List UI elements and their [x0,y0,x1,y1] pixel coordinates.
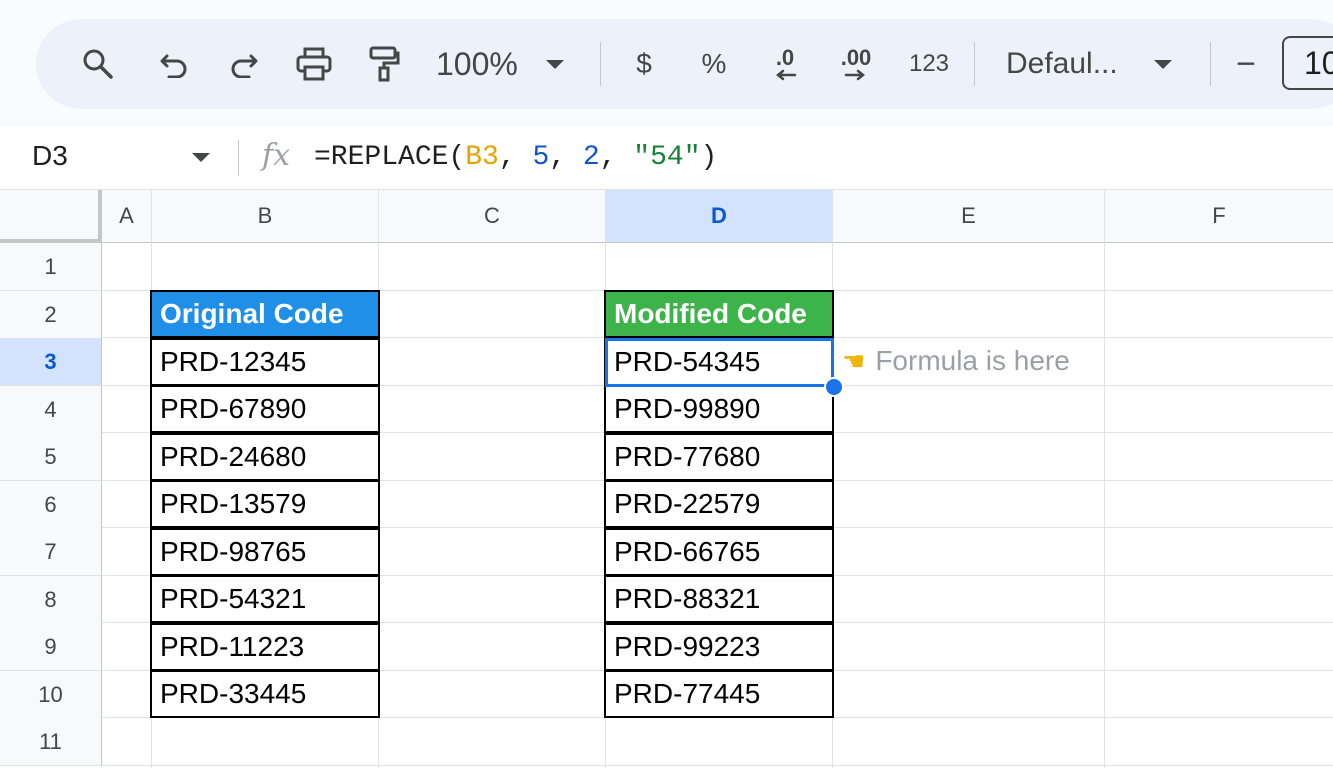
fill-handle[interactable] [824,377,844,397]
column-header-d[interactable]: D [606,190,833,243]
search-button[interactable] [76,19,120,109]
original-code-cell[interactable]: PRD-13579 [150,480,380,528]
formula-input[interactable]: =REPLACE(B3, 5, 2, "54") [314,142,717,173]
toolbar-divider [974,42,975,86]
chevron-down-icon [545,59,564,69]
toolbar-divider [1210,42,1211,86]
original-code-cell[interactable]: PRD-33445 [150,670,380,718]
chevron-down-icon [1153,59,1172,69]
modified-code-cell[interactable]: PRD-99223 [604,623,834,671]
row-header-2[interactable]: 2 [0,291,102,339]
modified-code-header[interactable]: Modified Code [604,290,834,338]
original-code-cell[interactable]: PRD-67890 [150,385,380,433]
font-family-value: Defaul... [1006,47,1118,80]
modified-code-cell[interactable]: PRD-88321 [604,575,834,623]
original-code-cell[interactable]: PRD-12345 [150,338,380,386]
modified-code-cell[interactable]: PRD-54345 [604,338,834,386]
original-code-header[interactable]: Original Code [150,290,380,338]
percent-format-button[interactable]: % [694,19,734,109]
paint-format-icon [369,46,400,82]
print-icon [296,47,332,81]
increase-decimal-label: .00 [840,45,872,70]
undo-icon [160,54,187,78]
font-size-input[interactable]: 10 [1282,36,1333,90]
row-header-10[interactable]: 10 [0,671,102,719]
formula-reference: B3 [465,142,499,173]
formula-function: =REPLACE( [314,142,466,173]
more-formats-button[interactable]: 123 [904,19,954,109]
increase-decimal-button[interactable]: .00 [832,19,880,109]
original-code-cell[interactable]: PRD-24680 [150,433,380,481]
modified-code-cell[interactable]: PRD-77680 [604,433,834,481]
undo-button[interactable] [152,19,196,109]
currency-format-button[interactable]: $ [626,19,662,109]
formula-note-text: Formula is here [875,345,1070,376]
toolbar-divider [600,42,601,86]
row-header-9[interactable]: 9 [0,623,102,671]
formula-bar-divider [238,140,239,176]
formula-separator: , [599,142,634,173]
decrease-decimal-label: .0 [775,45,795,70]
search-icon [83,49,113,79]
row-header-7[interactable]: 7 [0,528,102,576]
modified-code-cell[interactable]: PRD-99890 [604,385,834,433]
column-header-b[interactable]: B [152,190,379,243]
formula-note: ☚ Formula is here [842,345,1070,377]
row-header-6[interactable]: 6 [0,481,102,529]
row-header-8[interactable]: 8 [0,576,102,624]
column-header-a[interactable]: A [102,190,152,243]
pointing-hand-icon: ☚ [842,346,866,376]
column-header-c[interactable]: C [379,190,606,243]
modified-code-cell[interactable]: PRD-22579 [604,480,834,528]
arrow-left-icon [775,69,797,81]
print-button[interactable] [292,19,336,109]
formula-separator: , [549,142,583,173]
redo-button[interactable] [222,19,266,109]
gridline [1104,243,1105,768]
redo-icon [231,54,258,78]
formula-number: 5 [532,142,550,173]
row-header-3[interactable]: 3 [0,338,102,386]
row-header-4[interactable]: 4 [0,386,102,434]
zoom-select[interactable]: 100% [436,19,586,109]
minus-icon: − [1236,44,1256,83]
column-header-f[interactable]: F [1105,190,1333,243]
arrow-right-icon [844,69,866,81]
font-family-select[interactable]: Defaul... [1006,19,1186,109]
fx-icon: fx [262,138,291,173]
original-code-cell[interactable]: PRD-11223 [150,623,380,671]
name-box[interactable]: D3 [32,140,68,172]
currency-icon: $ [636,48,652,79]
gridline [102,765,1333,766]
percent-icon: % [701,48,727,79]
row-header-5[interactable]: 5 [0,433,102,481]
formula-separator: , [498,142,533,173]
decrease-font-size-button[interactable]: − [1230,19,1262,109]
paint-format-button[interactable] [362,19,406,109]
chevron-down-icon[interactable] [192,153,210,162]
select-all-corner[interactable] [0,190,102,243]
formula-close: ) [700,142,718,173]
original-code-cell[interactable]: PRD-98765 [150,528,380,576]
decrease-decimal-button[interactable]: .0 [762,19,808,109]
number-format-label: 123 [908,50,950,77]
modified-code-cell[interactable]: PRD-77445 [604,670,834,718]
original-code-cell[interactable]: PRD-54321 [150,575,380,623]
formula-string: "54" [633,142,701,173]
column-header-e[interactable]: E [833,190,1105,243]
formula-number: 2 [582,142,600,173]
row-header-1[interactable]: 1 [0,243,102,291]
zoom-value: 100% [436,45,518,82]
modified-code-cell[interactable]: PRD-66765 [604,528,834,576]
row-header-11[interactable]: 11 [0,718,102,766]
